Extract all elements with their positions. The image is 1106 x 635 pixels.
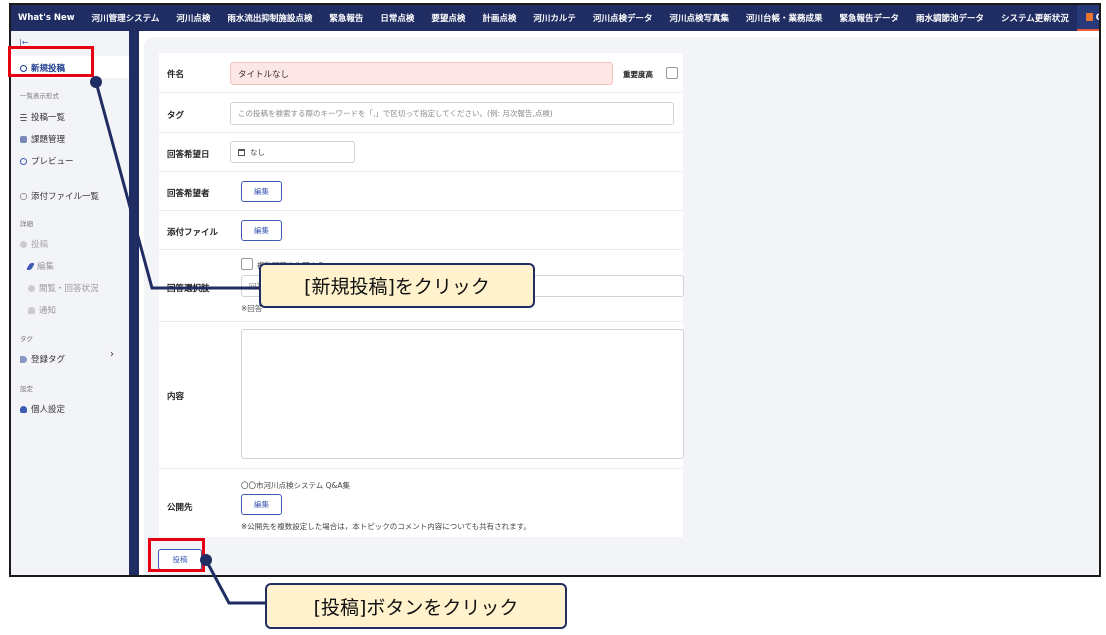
callout-new-post: [新規投稿]をクリック	[259, 263, 535, 308]
topnav-item[interactable]: 要望点検	[423, 5, 474, 31]
sidebar-item-label: プレビュー	[31, 157, 74, 167]
topnav-item[interactable]: 河川管理システム	[83, 5, 168, 31]
leader-dot-submit	[200, 554, 212, 566]
sidebar-item-personal-settings[interactable]: 個人設定	[20, 403, 65, 415]
topnav-item-qa[interactable]: Q&A集	[1077, 5, 1099, 31]
calendar-icon	[238, 148, 245, 156]
sidebar-item-post: 投稿	[20, 238, 48, 250]
topnav-item[interactable]: What's New	[11, 5, 83, 31]
publish-edit-button[interactable]: 編集	[241, 494, 282, 515]
form-row-tag: タグ この投稿を検索する際のキーワードを「,」で区切って指定してください。(例:…	[159, 93, 683, 133]
topnav-item[interactable]: 緊急報告	[321, 5, 372, 31]
topnav-item[interactable]: 緊急報告データ	[831, 5, 908, 31]
attachments-edit-button[interactable]: 編集	[241, 220, 282, 241]
sidebar-item-post-list[interactable]: 投稿一覧	[20, 111, 65, 123]
sidebar-item-notify: 通知	[28, 304, 56, 316]
top-navigation: What's New 河川管理システム 河川点検 雨水流出抑制施設点検 緊急報告 日常点検…	[11, 5, 1099, 31]
sidebar-item-label: 通知	[39, 306, 57, 316]
tag-label: タグ	[167, 111, 185, 121]
respondent-edit-button[interactable]: 編集	[241, 181, 282, 202]
sidebar-item-task-mgmt[interactable]: 課題管理	[20, 133, 65, 145]
sidebar-item-label: 投稿一覧	[31, 113, 66, 123]
sidebar-item-label: 個人設定	[31, 405, 66, 415]
post-icon	[20, 240, 27, 248]
sidebar: |← 新規投稿 一覧表示形式 投稿一覧 課題管理 プレビュー 添付ファイル一覧 …	[11, 31, 129, 575]
sidebar-item-label: 閲覧・回答状況	[39, 284, 99, 294]
due-date-value: なし	[250, 147, 265, 157]
form-row-publish: 〇〇市河川点検システム Q&A集 公開先 編集 ※公開先を複数設定した場合は，本…	[159, 469, 683, 537]
sidebar-item-label: 課題管理	[31, 135, 66, 145]
user-icon	[20, 405, 27, 413]
title-input[interactable]: タイトルなし	[230, 62, 613, 85]
chevron-right-icon[interactable]: ›	[110, 349, 114, 360]
topnav-item[interactable]: 河川台帳・業務成果	[737, 5, 831, 31]
bell-icon	[28, 306, 35, 314]
highlight-submit	[148, 538, 205, 572]
attachments-label: 添付ファイル	[167, 228, 219, 238]
content-textarea[interactable]	[241, 329, 684, 459]
document-icon	[20, 135, 27, 143]
form-row-respondent: 回答希望者 編集	[159, 172, 683, 211]
topnav-item[interactable]: 河川点検写真集	[661, 5, 738, 31]
topnav-item[interactable]: 河川点検	[168, 5, 219, 31]
magnifier-icon	[20, 157, 27, 165]
eye-icon	[28, 284, 35, 292]
topnav-item[interactable]: システム更新状況	[993, 5, 1078, 31]
content-label: 内容	[167, 392, 185, 402]
publish-target: 〇〇市河川点検システム Q&A集	[241, 481, 351, 490]
topnav-item[interactable]: 河川カルテ	[525, 5, 585, 31]
tag-input[interactable]: この投稿を検索する際のキーワードを「,」で区切って指定してください。(例: 月次…	[230, 102, 674, 125]
form-row-due-date: 回答希望日 なし	[159, 133, 683, 172]
topnav-item[interactable]: 雨水流出抑制施設点検	[219, 5, 321, 31]
allow-multiple-checkbox[interactable]	[241, 258, 253, 270]
publish-note: ※公開先を複数設定した場合は，本トピックのコメント内容についても共有されます。	[241, 522, 531, 531]
sidebar-item-label: 添付ファイル一覧	[31, 192, 100, 202]
list-icon	[20, 113, 27, 121]
sidebar-item-label: 編集	[37, 262, 55, 272]
topnav-item-label: Q&A集	[1096, 11, 1099, 23]
sidebar-heading-list: 一覧表示形式	[20, 92, 59, 100]
sidebar-heading-tag: タグ	[20, 335, 33, 343]
choices-label: 回答選択肢	[167, 284, 210, 294]
title-label: 件名	[167, 70, 185, 80]
topnav-item[interactable]: 計画点検	[474, 5, 525, 31]
form-row-content: 内容	[159, 322, 684, 469]
sidebar-item-attachments[interactable]: 添付ファイル一覧	[20, 190, 99, 202]
tag-icon	[20, 355, 27, 363]
sidebar-heading-detail: 詳細	[20, 220, 33, 228]
due-date-input[interactable]: なし	[230, 141, 355, 163]
callout-submit: [投稿]ボタンをクリック	[265, 583, 567, 629]
leader-dot-new-post	[90, 76, 102, 88]
flag-icon	[1085, 13, 1093, 21]
importance-label: 重要度高	[623, 70, 653, 79]
screenshot-frame: What's New 河川管理システム 河川点検 雨水流出抑制施設点検 緊急報告 日常点検…	[9, 3, 1101, 577]
sidebar-heading-settings: 設定	[20, 385, 33, 393]
importance-checkbox[interactable]	[666, 67, 678, 79]
paperclip-icon	[20, 192, 27, 200]
form-row-attachments: 添付ファイル 編集	[159, 211, 683, 250]
due-date-label: 回答希望日	[167, 150, 210, 160]
topnav-item[interactable]: 河川点検データ	[584, 5, 661, 31]
sidebar-item-registered-tags[interactable]: 登録タグ	[20, 353, 65, 365]
publish-label: 公開先	[167, 503, 193, 513]
sidebar-item-edit: 編集	[25, 260, 55, 272]
highlight-new-post	[8, 46, 94, 77]
pencil-icon	[25, 262, 36, 270]
sidebar-item-view-status: 閲覧・回答状況	[28, 282, 99, 294]
topnav-item[interactable]: 雨水調節池データ	[908, 5, 993, 31]
sidebar-item-label: 登録タグ	[31, 355, 66, 365]
topnav-item[interactable]: 日常点検	[372, 5, 423, 31]
form-row-title: 件名 タイトルなし 重要度高	[159, 53, 683, 93]
respondent-label: 回答希望者	[167, 189, 210, 199]
sidebar-divider	[129, 31, 139, 575]
sidebar-item-label: 投稿	[31, 240, 49, 250]
sidebar-item-preview[interactable]: プレビュー	[20, 155, 74, 167]
